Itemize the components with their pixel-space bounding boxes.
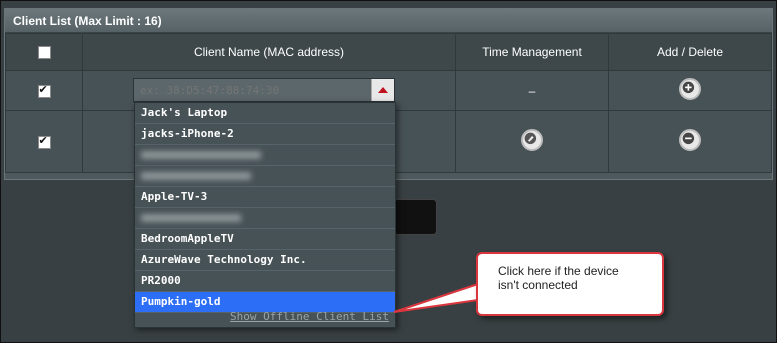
mac-address-input[interactable]: [134, 79, 370, 101]
list-item[interactable]: Apple-TV-3: [135, 187, 395, 208]
row1-time-cell: –: [455, 70, 609, 111]
row1-checkbox[interactable]: [37, 83, 51, 98]
list-item[interactable]: jacks-iPhone-2: [135, 124, 395, 145]
row1-checkbox-cell[interactable]: [5, 70, 83, 111]
callout-pointer: [393, 283, 479, 313]
mac-address-combobox[interactable]: [133, 78, 395, 102]
row2-checkbox[interactable]: [37, 134, 51, 149]
show-offline-client-list-link[interactable]: Show Offline Client List: [230, 310, 389, 323]
row2-checkbox-cell[interactable]: [5, 110, 83, 173]
callout-tooltip: Click here if the device isn't connected: [476, 252, 664, 316]
list-item[interactable]: BedroomAppleTV: [135, 229, 395, 250]
plus-icon: [682, 81, 695, 94]
panel-title: Client List (Max Limit : 16): [5, 9, 772, 33]
row2-time-cell[interactable]: [455, 110, 609, 173]
delete-button[interactable]: [679, 129, 701, 151]
minus-icon: [682, 132, 695, 145]
header-client-name: Client Name (MAC address): [82, 33, 456, 71]
list-item[interactable]: PR2000: [135, 271, 395, 292]
list-item-redacted[interactable]: [135, 208, 395, 229]
header-add-delete: Add / Delete: [608, 33, 772, 71]
client-dropdown-list: Jack's Laptop jacks-iPhone-2 Apple-TV-3 …: [134, 102, 396, 328]
list-item-redacted[interactable]: [135, 145, 395, 166]
header-time-management: Time Management: [455, 33, 609, 71]
table-header-row: Client Name (MAC address) Time Managemen…: [5, 33, 772, 71]
dropdown-toggle-arrow-icon[interactable]: [371, 79, 394, 101]
pencil-icon: [524, 132, 537, 145]
row1-add-cell[interactable]: [608, 70, 772, 111]
row2-delete-cell[interactable]: [608, 110, 772, 173]
callout-text: Click here if the device isn't connected: [498, 264, 619, 292]
select-all-checkbox[interactable]: [37, 46, 51, 60]
header-select-all[interactable]: [5, 33, 83, 71]
list-item-redacted[interactable]: [135, 166, 395, 187]
edit-schedule-button[interactable]: [521, 129, 543, 151]
add-button[interactable]: [679, 78, 701, 100]
apply-button[interactable]: [393, 199, 437, 235]
list-item[interactable]: AzureWave Technology Inc.: [135, 250, 395, 271]
list-item[interactable]: Jack's Laptop: [135, 103, 395, 124]
